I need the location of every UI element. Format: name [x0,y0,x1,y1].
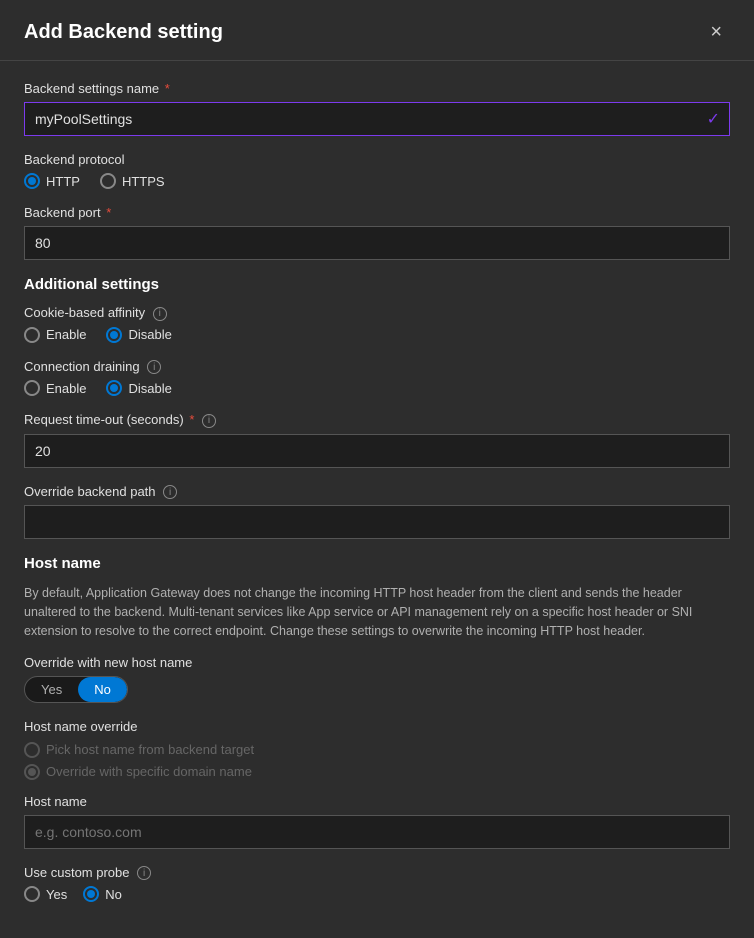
backend-settings-name-group: Backend settings name * ✓ [24,81,730,136]
override-backend-path-group: Override backend path i [24,484,730,540]
cookie-affinity-radio-group: Enable Disable [24,327,730,343]
protocol-http-label: HTTP [46,174,80,189]
protocol-https-label: HTTPS [122,174,165,189]
custom-probe-yes-radio[interactable] [24,886,40,902]
backend-settings-name-input-wrapper: ✓ [24,102,730,136]
host-name-override-label: Host name override [24,719,730,734]
host-name-override-section: Host name override Pick host name from b… [24,719,730,780]
protocol-http-radio[interactable] [24,173,40,189]
custom-probe-no-option[interactable]: No [83,886,122,902]
custom-probe-no-label: No [105,887,122,902]
use-custom-probe-label: Use custom probe i [24,865,730,881]
host-name-field-label: Host name [24,794,730,809]
connection-draining-disable-option[interactable]: Disable [106,380,171,396]
request-timeout-group: Request time-out (seconds) * i [24,412,730,468]
input-check-icon: ✓ [707,109,720,129]
override-yes-option[interactable]: Yes [25,677,78,702]
use-custom-probe-radio-group: Yes No [24,886,730,902]
request-timeout-info-icon[interactable]: i [202,414,216,428]
host-name-field-input[interactable] [24,815,730,849]
connection-draining-info-icon[interactable]: i [147,360,161,374]
cookie-affinity-enable-label: Enable [46,327,86,342]
connection-draining-enable-label: Enable [46,381,86,396]
cookie-affinity-disable-option[interactable]: Disable [106,327,171,343]
modal-title: Add Backend setting [24,21,223,44]
host-name-description: By default, Application Gateway does not… [24,584,730,640]
protocol-http-option[interactable]: HTTP [24,173,80,189]
override-backend-path-input[interactable] [24,505,730,539]
connection-draining-radio-group: Enable Disable [24,380,730,396]
host-name-section-title: Host name [24,555,730,572]
override-no-option[interactable]: No [78,677,127,702]
custom-probe-yes-label: Yes [46,887,67,902]
request-timeout-label: Request time-out (seconds) * i [24,412,730,428]
host-name-override-option2-row: Override with specific domain name [24,764,730,780]
backend-settings-name-input[interactable] [24,102,730,136]
use-custom-probe-info-icon[interactable]: i [137,866,151,880]
host-name-override-option2: Override with specific domain name [24,764,730,780]
override-host-name-toggle[interactable]: Yes No [24,676,128,703]
request-timeout-input[interactable] [24,434,730,468]
close-button[interactable]: × [702,18,730,46]
additional-settings-section: Additional settings Cookie-based affinit… [24,276,730,539]
protocol-https-option[interactable]: HTTPS [100,173,165,189]
host-name-override-option1: Pick host name from backend target [24,742,730,758]
connection-draining-group: Connection draining i Enable Disable [24,359,730,397]
protocol-https-radio[interactable] [100,173,116,189]
backend-port-label: Backend port * [24,205,730,220]
backend-port-group: Backend port * [24,205,730,260]
cookie-affinity-label: Cookie-based affinity i [24,305,730,321]
additional-settings-title: Additional settings [24,276,730,293]
host-name-override-option1-row: Pick host name from backend target [24,742,730,758]
connection-draining-enable-option[interactable]: Enable [24,380,86,396]
override-backend-path-info-icon[interactable]: i [163,485,177,499]
cookie-affinity-info-icon[interactable]: i [153,307,167,321]
required-marker-timeout: * [189,412,194,427]
backend-protocol-label: Backend protocol [24,152,730,167]
custom-probe-yes-option[interactable]: Yes [24,886,67,902]
host-name-field-group: Host name [24,794,730,849]
cookie-affinity-enable-radio[interactable] [24,327,40,343]
override-host-name-group: Override with new host name Yes No [24,655,730,703]
add-backend-setting-modal: Add Backend setting × Backend settings n… [0,0,754,938]
backend-settings-name-label: Backend settings name * [24,81,730,96]
modal-header: Add Backend setting × [0,0,754,61]
modal-body: Backend settings name * ✓ Backend protoc… [0,61,754,938]
backend-protocol-radio-group: HTTP HTTPS [24,173,730,189]
cookie-affinity-enable-option[interactable]: Enable [24,327,86,343]
cookie-affinity-group: Cookie-based affinity i Enable Disable [24,305,730,343]
host-name-override-label2: Override with specific domain name [46,764,252,779]
cookie-affinity-disable-label: Disable [128,327,171,342]
connection-draining-enable-radio[interactable] [24,380,40,396]
backend-protocol-group: Backend protocol HTTP HTTPS [24,152,730,189]
required-marker-port: * [106,205,111,220]
required-marker: * [165,81,170,96]
connection-draining-label: Connection draining i [24,359,730,375]
use-custom-probe-group: Use custom probe i Yes No [24,865,730,903]
connection-draining-disable-label: Disable [128,381,171,396]
host-name-section: Host name By default, Application Gatewa… [24,555,730,902]
backend-port-input[interactable] [24,226,730,260]
custom-probe-no-radio[interactable] [83,886,99,902]
host-name-override-label1: Pick host name from backend target [46,742,254,757]
override-host-name-label: Override with new host name [24,655,730,670]
host-name-override-radio2 [24,764,40,780]
override-backend-path-label: Override backend path i [24,484,730,500]
host-name-override-radio1 [24,742,40,758]
cookie-affinity-disable-radio[interactable] [106,327,122,343]
connection-draining-disable-radio[interactable] [106,380,122,396]
